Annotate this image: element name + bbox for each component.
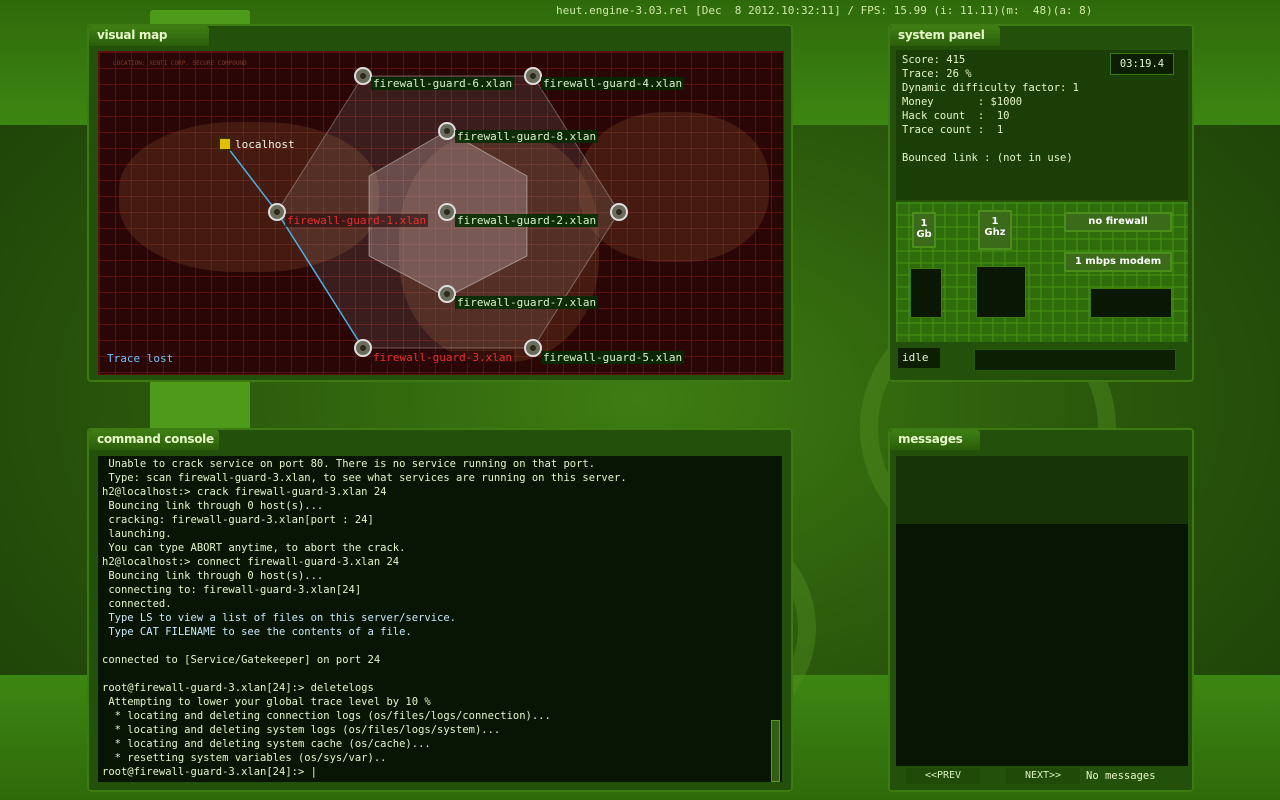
console-line: Bouncing link through 0 host(s)... bbox=[102, 570, 324, 582]
messages-title: messages bbox=[898, 432, 963, 446]
console-line: * resetting system variables (os/sys/var… bbox=[102, 752, 387, 764]
console-line: h2@localhost:> crack firewall-guard-3.xl… bbox=[102, 486, 387, 498]
node-label: firewall-guard-7.xlan bbox=[455, 296, 599, 309]
console-line: Unable to crack service on port 80. Ther… bbox=[102, 458, 596, 470]
stat-trace-count: Trace count : 1 bbox=[902, 124, 1004, 136]
firewall-node-icon[interactable] bbox=[438, 285, 456, 303]
node-label: firewall-guard-8.xlan bbox=[455, 130, 599, 143]
map-screen[interactable]: LOCATION: XENTI CORP. SECURE COMPOUND lo… bbox=[98, 51, 784, 375]
stat-trace: Trace: 26 % bbox=[902, 68, 972, 80]
stat-money: Money : $1000 bbox=[902, 96, 1023, 108]
console-line: launching. bbox=[102, 528, 172, 540]
game-timer: 03:19.4 bbox=[1110, 53, 1174, 75]
empty-cpu-slot[interactable] bbox=[976, 266, 1026, 318]
next-message-button[interactable]: NEXT>> bbox=[1006, 768, 1080, 784]
cpu-chip[interactable]: 1 Ghz bbox=[978, 210, 1012, 250]
visual-map-title: visual map bbox=[97, 28, 168, 42]
console-line: * locating and deleting connection logs … bbox=[102, 710, 551, 722]
modem-label: 1 mbps modem bbox=[1074, 256, 1162, 267]
visual-map-panel: visual map LOCATION: XENTI CORP. SECURE … bbox=[87, 24, 793, 382]
memory-chip[interactable]: 1 Gb bbox=[912, 212, 936, 248]
message-preview bbox=[896, 456, 1188, 524]
console-line: * locating and deleting system logs (os/… bbox=[102, 724, 501, 736]
node-label: firewall-guard-1.xlan bbox=[285, 214, 429, 227]
node-label: firewall-guard-2.xlan bbox=[455, 214, 599, 227]
node-label: firewall-guard-4.xlan bbox=[541, 77, 685, 90]
stat-difficulty: Dynamic difficulty factor: 1 bbox=[902, 82, 1080, 94]
activity-progress-bar bbox=[974, 349, 1176, 371]
firewall-node-icon[interactable] bbox=[524, 67, 542, 85]
hardware-board: 1 Gb 1 Ghz no firewall 1 mbps modem bbox=[896, 202, 1188, 342]
trace-link bbox=[224, 143, 278, 213]
messages-panel: messages <<PREV NEXT>> No messages bbox=[888, 428, 1194, 792]
console-line: connected. bbox=[102, 598, 172, 610]
memory-label: 1 Gb bbox=[916, 218, 932, 240]
console-line: root@firewall-guard-3.xlan[24]:> | bbox=[102, 766, 317, 778]
node-label: firewall-guard-5.xlan bbox=[541, 351, 685, 364]
console-line: Bouncing link through 0 host(s)... bbox=[102, 500, 324, 512]
system-panel-title: system panel bbox=[898, 28, 985, 42]
firewall-slot[interactable]: no firewall bbox=[1064, 212, 1172, 232]
messages-empty-text: No messages bbox=[1086, 770, 1156, 782]
console-line: h2@localhost:> connect firewall-guard-3.… bbox=[102, 556, 400, 568]
firewall-node-icon[interactable] bbox=[610, 203, 628, 221]
trace-status: Trace lost bbox=[107, 352, 174, 365]
console-line: cracking: firewall-guard-3.xlan[port : 2… bbox=[102, 514, 374, 526]
command-console-panel: command console Unable to crack service … bbox=[87, 428, 793, 792]
console-line: Type: scan firewall-guard-3.xlan, to see… bbox=[102, 472, 627, 484]
node-label-localhost: localhost bbox=[235, 138, 295, 151]
console-line: Attempting to lower your global trace le… bbox=[102, 696, 431, 708]
localhost-node-icon[interactable] bbox=[218, 137, 232, 151]
firewall-node-icon[interactable] bbox=[524, 339, 542, 357]
node-label: firewall-guard-3.xlan bbox=[371, 351, 515, 364]
engine-info: heut.engine-3.03.rel [Dec 8 2012.10:32:1… bbox=[556, 4, 1093, 17]
cpu-label: 1 Ghz bbox=[984, 216, 1006, 238]
node-label: firewall-guard-6.xlan bbox=[371, 77, 515, 90]
console-line: connecting to: firewall-guard-3.xlan[24] bbox=[102, 584, 362, 596]
firewall-node-icon[interactable] bbox=[438, 122, 456, 140]
console-line: Type LS to view a list of files on this … bbox=[102, 612, 457, 624]
prev-message-button[interactable]: <<PREV bbox=[906, 768, 980, 784]
firewall-label: no firewall bbox=[1088, 216, 1148, 227]
stat-bounced-link: Bounced link : (not in use) bbox=[902, 152, 1073, 164]
system-panel: system panel Score: 415 Trace: 26 % Dyna… bbox=[888, 24, 1194, 382]
command-console-title: command console bbox=[97, 432, 214, 446]
console-line: * locating and deleting system cache (os… bbox=[102, 738, 431, 750]
console-line: connected to [Service/Gatekeeper] on por… bbox=[102, 654, 381, 666]
console-line: You can type ABORT anytime, to abort the… bbox=[102, 542, 406, 554]
activity-status: idle bbox=[898, 348, 940, 368]
modem-slot[interactable]: 1 mbps modem bbox=[1064, 252, 1172, 272]
firewall-node-icon[interactable] bbox=[438, 203, 456, 221]
console-output[interactable]: Unable to crack service on port 80. Ther… bbox=[98, 456, 782, 782]
empty-memory-slot[interactable] bbox=[910, 268, 942, 318]
stat-score: Score: 415 bbox=[902, 54, 966, 66]
console-line: Type CAT FILENAME to see the contents of… bbox=[102, 626, 412, 638]
console-scrollbar[interactable] bbox=[771, 720, 780, 782]
firewall-node-icon[interactable] bbox=[268, 203, 286, 221]
empty-device-slot[interactable] bbox=[1090, 288, 1172, 318]
firewall-node-icon[interactable] bbox=[354, 67, 372, 85]
console-line: root@firewall-guard-3.xlan[24]:> deletel… bbox=[102, 682, 374, 694]
stat-hack-count: Hack count : 10 bbox=[902, 110, 1010, 122]
firewall-node-icon[interactable] bbox=[354, 339, 372, 357]
background-decoration bbox=[150, 378, 250, 430]
